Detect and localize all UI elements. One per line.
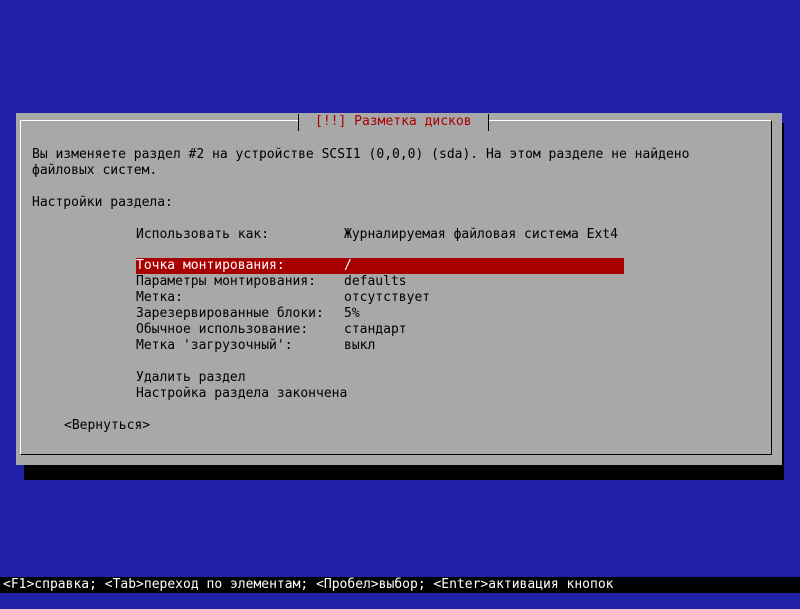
option-bootable-flag-value: выкл	[344, 338, 376, 353]
option-typical-usage-value: стандарт	[344, 322, 407, 337]
option-bootable-flag-label: Метка 'загрузочный':	[136, 338, 293, 353]
status-bar-text: <F1>справка; <Tab>переход по элементам; …	[3, 577, 614, 592]
message-line-2: файловых систем.	[32, 163, 158, 178]
option-reserved-blocks-value: 5%	[344, 306, 360, 321]
option-reserved-blocks-label: Зарезервированные блоки:	[136, 306, 324, 321]
option-mount-options[interactable]: Параметры монтирования: defaults	[136, 274, 624, 290]
back-button[interactable]: <Вернуться>	[64, 418, 150, 434]
option-mount-point-value: /	[344, 258, 352, 273]
option-typical-usage[interactable]: Обычное использование: стандарт	[136, 322, 624, 338]
status-bar: <F1>справка; <Tab>переход по элементам; …	[0, 577, 800, 593]
option-use-as[interactable]: Использовать как: Журналируемая файловая…	[136, 227, 624, 243]
option-use-as-value: Журналируемая файловая система Ext4	[344, 227, 618, 242]
option-mount-point-label: Точка монтирования:	[136, 258, 285, 273]
option-mount-point[interactable]: Точка монтирования: /	[136, 258, 624, 274]
option-mount-options-label: Параметры монтирования:	[136, 274, 317, 289]
option-label[interactable]: Метка: отсутствует	[136, 290, 624, 306]
settings-heading: Настройки раздела:	[32, 195, 173, 210]
option-reserved-blocks[interactable]: Зарезервированные блоки: 5%	[136, 306, 624, 322]
option-use-as-label: Использовать как:	[136, 227, 270, 242]
option-mount-options-value: defaults	[344, 274, 407, 289]
delete-partition-option[interactable]: Удалить раздел	[136, 370, 246, 386]
dialog-title: [!!] Разметка дисков	[298, 114, 489, 131]
done-setting-up-option[interactable]: Настройка раздела закончена	[136, 386, 347, 402]
option-typical-usage-label: Обычное использование:	[136, 322, 309, 337]
partition-settings-dialog: [!!] Разметка дисков Вы изменяете раздел…	[16, 113, 782, 465]
option-bootable-flag[interactable]: Метка 'загрузочный': выкл	[136, 338, 624, 354]
option-label-value: отсутствует	[344, 290, 431, 305]
message-line-1: Вы изменяете раздел #2 на устройстве SCS…	[32, 147, 690, 162]
option-label-label: Метка:	[136, 290, 183, 305]
